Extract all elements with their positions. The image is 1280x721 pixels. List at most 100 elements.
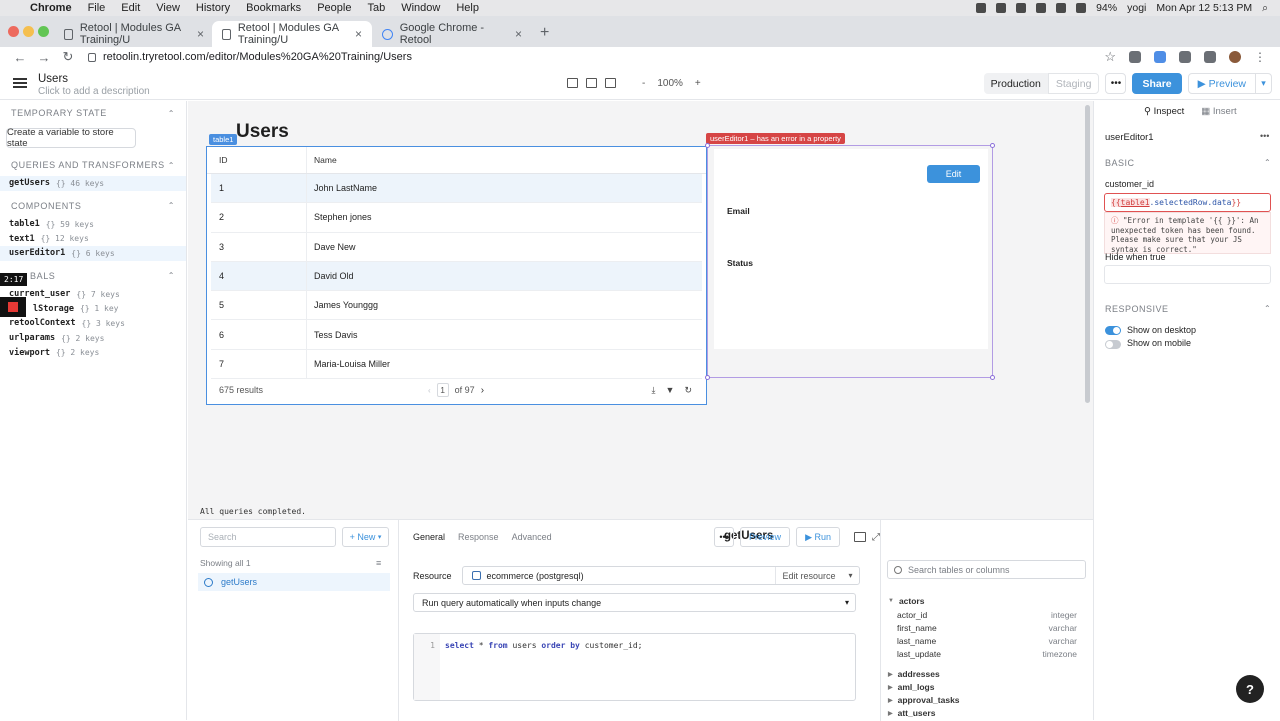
schema-table-actors[interactable]: ▼ actors xyxy=(888,596,924,606)
tree-item-localstorage[interactable]: lStorage {} 1 key xyxy=(0,301,186,316)
expand-icon[interactable]: ⤢ xyxy=(872,532,880,543)
menubar-user[interactable]: yogi xyxy=(1127,2,1146,14)
profile-avatar[interactable] xyxy=(1229,51,1241,63)
forward-icon[interactable]: → xyxy=(34,50,54,65)
bottom-panel-toggle-icon[interactable] xyxy=(586,78,597,88)
table-row[interactable]: 2 Stephen jones xyxy=(211,203,702,233)
next-page-icon[interactable]: › xyxy=(481,385,484,396)
resize-handle[interactable] xyxy=(990,375,995,380)
env-production-button[interactable]: Production xyxy=(983,73,1048,94)
column-header-id[interactable]: ID xyxy=(207,147,307,173)
extension-icon[interactable] xyxy=(1179,51,1191,63)
wifi-icon[interactable] xyxy=(1076,3,1087,13)
resource-select[interactable]: ecommerce (postgresql) Edit resource ▾ xyxy=(461,566,860,585)
table-row[interactable]: 3 Dave New xyxy=(211,232,702,262)
window-zoom-button[interactable] xyxy=(38,26,49,37)
menu-icon[interactable] xyxy=(13,78,27,88)
table-row[interactable]: 6 Tess Davis xyxy=(211,320,702,350)
reload-icon[interactable]: ↻ xyxy=(58,49,78,65)
create-variable-button[interactable]: Create a variable to store state xyxy=(6,127,136,149)
tree-item-usereditor1[interactable]: userEditor1 {} 6 keys xyxy=(0,246,186,261)
tab-inspect[interactable]: ⚲ Inspect xyxy=(1144,106,1184,117)
prev-page-icon[interactable]: ‹ xyxy=(428,386,431,395)
menu-bookmarks[interactable]: Bookmarks xyxy=(246,2,301,14)
preview-dropdown-icon[interactable]: ▾ xyxy=(1256,73,1272,94)
table-row[interactable]: 7 Maria-Louisa Miller xyxy=(211,349,702,380)
share-button[interactable]: Share xyxy=(1132,73,1182,94)
menu-window[interactable]: Window xyxy=(401,2,440,14)
table-row[interactable]: 1 John LastName xyxy=(211,174,702,204)
tree-item-viewport[interactable]: viewport {} 2 keys xyxy=(0,346,186,361)
resize-handle[interactable] xyxy=(990,143,995,148)
schema-column[interactable]: first_name varchar xyxy=(897,623,1077,633)
menu-edit[interactable]: Edit xyxy=(121,2,140,14)
browser-tab-2[interactable]: Retool | Modules GA Training/U × xyxy=(212,21,372,47)
menu-history[interactable]: History xyxy=(196,2,230,14)
hide-when-true-input[interactable] xyxy=(1104,265,1271,284)
new-tab-icon[interactable]: + xyxy=(540,24,549,42)
components-header[interactable]: COMPONENTS ⌃ xyxy=(0,195,186,217)
butterfly-icon[interactable] xyxy=(1016,3,1027,13)
filter-icon[interactable]: ▼ xyxy=(666,385,675,396)
query-list-item[interactable]: getUsers xyxy=(198,573,390,591)
show-mobile-toggle[interactable] xyxy=(1105,340,1121,349)
table-row[interactable]: 4 David Old xyxy=(211,261,702,292)
edit-button[interactable]: Edit xyxy=(927,165,980,183)
user-editor-module[interactable]: Edit Email Status xyxy=(705,143,995,380)
query-search-input[interactable]: Search xyxy=(200,527,336,547)
collapse-icon[interactable]: ⌃ xyxy=(168,201,175,210)
menu-help[interactable]: Help xyxy=(456,2,479,14)
collapse-icon[interactable]: ⌃ xyxy=(1264,304,1271,313)
schema-table[interactable]: ▶ att_users xyxy=(888,708,935,718)
spotlight-icon[interactable]: ⌕ xyxy=(1262,2,1268,15)
menu-people[interactable]: People xyxy=(317,2,351,14)
collapse-icon[interactable]: ⌃ xyxy=(168,161,175,170)
browser-tab-1[interactable]: Retool | Modules GA Training/U × xyxy=(54,21,214,47)
app-canvas[interactable]: Users table1 ID Name 1 John LastName 2 Ste… xyxy=(188,101,1093,519)
refresh-icon[interactable]: ↻ xyxy=(684,385,692,396)
schema-column[interactable]: last_update timezone xyxy=(897,649,1077,659)
collapse-icon[interactable]: ⌃ xyxy=(1264,158,1271,167)
tree-item-table1[interactable]: table1 {} 59 keys xyxy=(0,217,186,232)
zoom-out-button[interactable]: - xyxy=(642,78,645,89)
filter-settings-icon[interactable]: ≡ xyxy=(376,558,381,568)
tab-insert[interactable]: ▦ Insert xyxy=(1201,106,1236,117)
schema-column[interactable]: last_name varchar xyxy=(897,636,1077,646)
app-name[interactable]: Users xyxy=(38,73,68,85)
schema-table[interactable]: ▶ addresses xyxy=(888,669,940,679)
table-component-tag[interactable]: table1 xyxy=(209,134,238,145)
browser-tab-3[interactable]: Google Chrome - Retool × xyxy=(372,21,532,47)
cloud-icon[interactable] xyxy=(1036,3,1047,13)
globals-header[interactable]: BALS ⌃ xyxy=(0,265,186,287)
help-button[interactable]: ? xyxy=(1236,675,1264,703)
resize-handle[interactable] xyxy=(705,143,710,148)
collapse-icon[interactable]: ⌃ xyxy=(168,109,175,118)
queries-header[interactable]: QUERIES AND TRANSFORMERS ⌃ xyxy=(0,154,186,176)
window-close-button[interactable] xyxy=(8,26,19,37)
status-icon[interactable] xyxy=(996,3,1007,13)
responsive-section-title[interactable]: RESPONSIVE xyxy=(1105,304,1169,314)
tab-general[interactable]: General xyxy=(413,532,445,542)
editor-error-tag[interactable]: userEditor1 – has an error in a property xyxy=(706,133,845,144)
customer-id-input[interactable]: {{ table1 .selectedRow.data}} xyxy=(1104,193,1271,212)
tab-close-icon[interactable]: × xyxy=(515,27,522,41)
users-table[interactable]: ID Name 1 John LastName 2 Stephen jones 3D… xyxy=(206,146,707,405)
schema-search-input[interactable]: Search tables or columns xyxy=(887,560,1086,579)
recording-stop-button[interactable] xyxy=(0,297,26,317)
chrome-menu-icon[interactable]: ⋮ xyxy=(1254,50,1266,64)
sql-code-editor[interactable]: 1 select * from users order by customer_… xyxy=(413,633,856,701)
chevron-down-icon[interactable]: ▾ xyxy=(843,571,859,580)
tab-response[interactable]: Response xyxy=(458,532,499,542)
page-input[interactable]: 1 xyxy=(436,383,449,397)
component-name[interactable]: userEditor1 xyxy=(1105,132,1154,143)
tree-item-text1[interactable]: text1 {} 12 keys xyxy=(0,231,186,246)
menubar-datetime[interactable]: Mon Apr 12 5:13 PM xyxy=(1156,2,1252,14)
record-icon[interactable] xyxy=(976,3,987,13)
download-icon[interactable]: ⤓ xyxy=(652,385,656,396)
schema-table[interactable]: ▶ aml_logs xyxy=(888,682,934,692)
tab-close-icon[interactable]: × xyxy=(355,27,362,41)
menu-tab[interactable]: Tab xyxy=(367,2,385,14)
schema-table[interactable]: ▶ approval_tasks xyxy=(888,695,960,705)
puzzle-icon[interactable] xyxy=(1204,51,1216,63)
url-field[interactable]: retoolin.tryretool.com/editor/Modules%20… xyxy=(88,51,412,63)
